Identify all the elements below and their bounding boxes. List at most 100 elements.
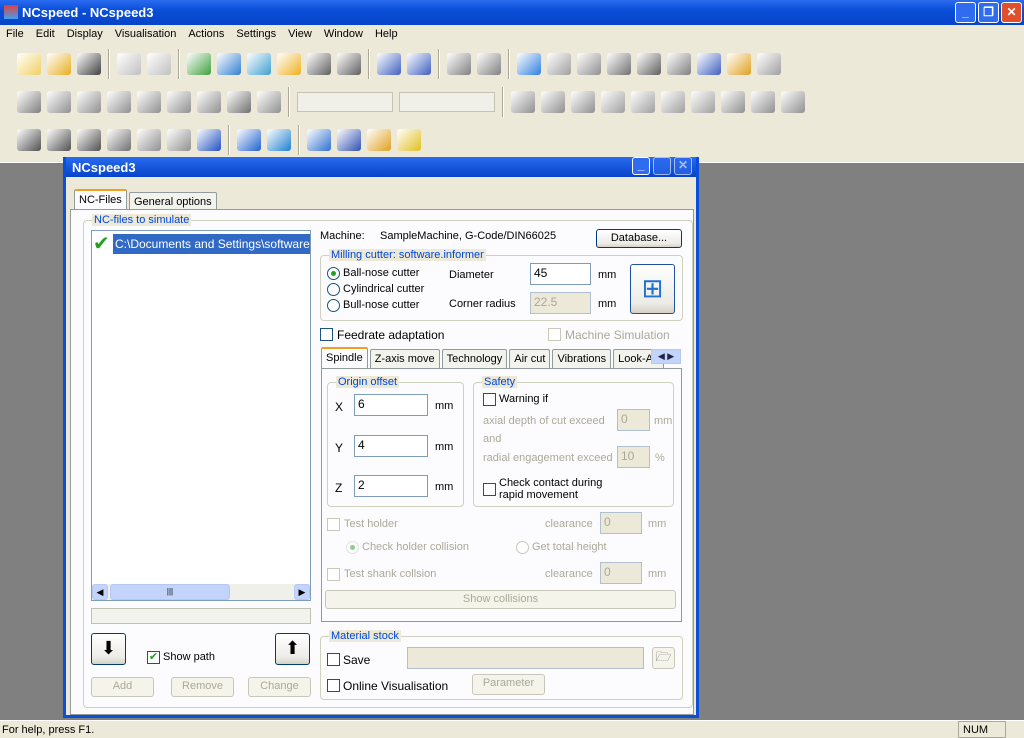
warning-if-checkbox[interactable]	[483, 393, 496, 406]
show-collisions-button[interactable]: Show collisions	[325, 590, 676, 609]
rotate-icon[interactable]	[571, 91, 595, 113]
test-holder-checkbox[interactable]	[327, 518, 340, 531]
menu-window[interactable]: Window	[318, 25, 369, 40]
cube-icon[interactable]	[17, 91, 41, 113]
menu-display[interactable]: Display	[61, 25, 109, 40]
scroll-thumb[interactable]: |||	[110, 584, 230, 600]
menu-file[interactable]: File	[0, 25, 30, 40]
diff-icon[interactable]	[757, 53, 781, 75]
check-contact-checkbox[interactable]	[483, 483, 496, 496]
scroll-right-button[interactable]: ▶	[294, 584, 310, 600]
surface2-icon[interactable]	[547, 53, 571, 75]
cog-icon[interactable]	[107, 129, 131, 151]
tool-icon[interactable]	[337, 53, 361, 75]
subtab-air-cut[interactable]: Air cut	[509, 349, 551, 368]
parameter-button[interactable]: Parameter	[472, 674, 545, 695]
axis-zx-icon[interactable]	[47, 91, 71, 113]
section-icon[interactable]	[167, 91, 191, 113]
dialog-minimize-button[interactable]: _	[632, 157, 650, 175]
restore-button[interactable]: ❐	[978, 2, 999, 23]
transfer-icon[interactable]	[247, 53, 271, 75]
surface-icon[interactable]	[517, 53, 541, 75]
cylindrical-radio[interactable]	[327, 283, 340, 296]
dialog-close-button[interactable]: ✕	[674, 157, 692, 175]
show-path-checkbox[interactable]: ✔	[147, 651, 160, 664]
stock2-icon[interactable]	[477, 53, 501, 75]
nc-file-list[interactable]: ✔ C:\Documents and Settings\software.inf…	[91, 230, 311, 601]
help-icon[interactable]	[237, 129, 261, 151]
subtab-z-axis-move[interactable]: Z-axis move	[369, 349, 440, 368]
toolbar-combo[interactable]	[399, 92, 495, 112]
open-folder-icon[interactable]	[47, 53, 71, 75]
grid-icon[interactable]	[781, 91, 805, 113]
pointer-icon[interactable]	[541, 91, 565, 113]
menu-view[interactable]: View	[282, 25, 318, 40]
check-holder-radio[interactable]	[346, 541, 359, 554]
save-icon[interactable]	[77, 53, 101, 75]
last-icon[interactable]	[691, 91, 715, 113]
tab-nc-files[interactable]: NC-Files	[74, 189, 127, 210]
camera-icon[interactable]	[721, 91, 745, 113]
menu-edit[interactable]: Edit	[30, 25, 61, 40]
hand-icon[interactable]	[257, 91, 281, 113]
zoom-icon[interactable]	[511, 91, 535, 113]
print-icon[interactable]	[167, 129, 191, 151]
online-vis-checkbox[interactable]	[327, 679, 340, 692]
simulate-icon[interactable]	[377, 53, 401, 75]
list-item[interactable]: C:\Documents and Settings\software.info	[113, 234, 310, 254]
menu-actions[interactable]: Actions	[182, 25, 230, 40]
ball-nose-radio[interactable]	[327, 267, 340, 280]
font-icon[interactable]	[197, 129, 221, 151]
subtab-technology[interactable]: Technology	[441, 349, 508, 368]
holder-clearance-input[interactable]: 0	[600, 512, 642, 534]
edit-icon[interactable]	[407, 53, 431, 75]
axis-zy-icon[interactable]	[107, 91, 131, 113]
database-button[interactable]: Database...	[596, 229, 682, 248]
layers-icon[interactable]	[697, 53, 721, 75]
shuffle-icon[interactable]	[77, 129, 101, 151]
copy-icon[interactable]	[117, 53, 141, 75]
section2-icon[interactable]	[197, 91, 221, 113]
y-offset-input[interactable]: 4	[354, 435, 428, 457]
save-stock-checkbox[interactable]	[327, 653, 340, 666]
menu-visualisation[interactable]: Visualisation	[109, 25, 183, 40]
minimize-button[interactable]: _	[955, 2, 976, 23]
surface6-icon[interactable]	[667, 53, 691, 75]
change-button[interactable]: Change	[248, 677, 311, 697]
menu-settings[interactable]: Settings	[230, 25, 282, 40]
remove-button[interactable]: Remove	[171, 677, 234, 697]
test-shank-checkbox[interactable]	[327, 568, 340, 581]
move-down-button[interactable]: ⬇	[91, 633, 126, 665]
new-file-icon[interactable]	[17, 53, 41, 75]
subtab-spindle[interactable]: Spindle	[321, 347, 368, 368]
bull-nose-radio[interactable]	[327, 299, 340, 312]
save-path-input[interactable]	[407, 647, 644, 669]
wand-icon[interactable]	[307, 53, 331, 75]
box-icon[interactable]	[137, 129, 161, 151]
surface4-icon[interactable]	[607, 53, 631, 75]
collision-icon[interactable]	[397, 129, 421, 151]
horizontal-scrollbar[interactable]: ◀ ||| ▶	[92, 584, 310, 600]
z-offset-input[interactable]: 2	[354, 475, 428, 497]
paste-icon[interactable]	[147, 53, 171, 75]
dialog-maximize-button[interactable]	[653, 157, 671, 175]
colormap-icon[interactable]	[727, 53, 751, 75]
import-icon[interactable]	[187, 53, 211, 75]
diameter-input[interactable]: 45	[530, 263, 591, 285]
merge-icon[interactable]	[277, 53, 301, 75]
feedrate-checkbox[interactable]	[320, 328, 333, 341]
axis-yx-icon[interactable]	[77, 91, 101, 113]
wire-cube-icon[interactable]	[137, 91, 161, 113]
shank-clearance-input[interactable]: 0	[600, 562, 642, 584]
probe-icon[interactable]	[751, 91, 775, 113]
back-icon[interactable]	[17, 129, 41, 151]
stock-icon[interactable]	[447, 53, 471, 75]
total-height-radio[interactable]	[516, 541, 529, 554]
report-icon[interactable]	[337, 129, 361, 151]
move-up-button[interactable]: ⬆	[275, 633, 310, 665]
info-icon[interactable]	[267, 129, 291, 151]
axial-depth-input[interactable]: 0	[617, 409, 650, 431]
machine-icon[interactable]	[367, 129, 391, 151]
cutter-database-button[interactable]: ⊞	[630, 264, 675, 314]
convert-icon[interactable]	[217, 53, 241, 75]
